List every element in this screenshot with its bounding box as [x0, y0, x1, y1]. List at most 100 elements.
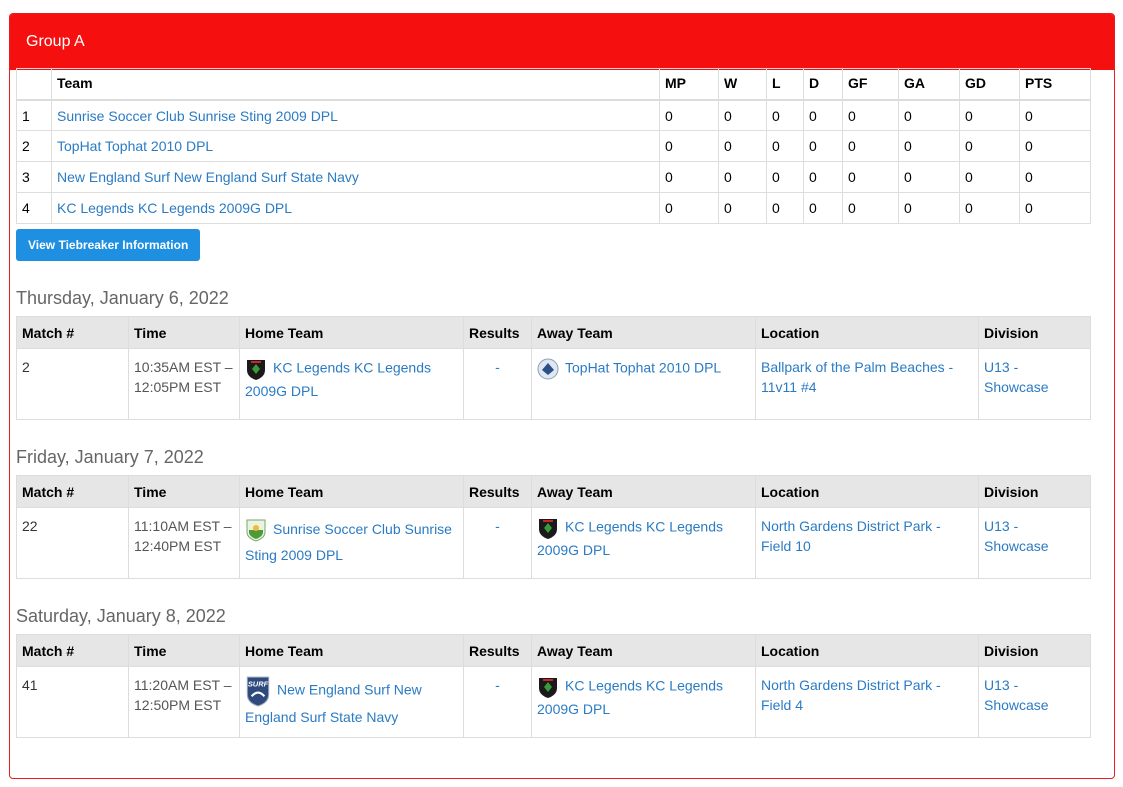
match-result: -: [463, 507, 532, 579]
away-team-cell: KC Legends KC Legends 2009G DPL: [531, 507, 756, 579]
location-link[interactable]: Ballpark of the Palm Beaches - 11v11 #4: [761, 359, 953, 395]
division-header: Division: [978, 316, 1091, 349]
l: 0: [766, 99, 804, 131]
results-header: Results: [463, 475, 532, 508]
location-cell: Ballpark of the Palm Beaches - 11v11 #4: [755, 348, 979, 420]
gf: 0: [842, 130, 899, 162]
time-header: Time: [128, 316, 240, 349]
pts: 0: [1019, 192, 1091, 224]
time-end: 12:40PM EST: [134, 538, 222, 554]
pts-header: PTS: [1019, 68, 1091, 101]
result-link[interactable]: -: [495, 518, 500, 534]
away-team-cell: KC Legends KC Legends 2009G DPL: [531, 666, 756, 738]
mp: 0: [659, 192, 719, 224]
time-end: 12:05PM EST: [134, 379, 222, 395]
division-link[interactable]: U13 - Showcase: [984, 359, 1049, 395]
gf: 0: [842, 99, 899, 131]
d: 0: [803, 130, 843, 162]
home-team-cell: Sunrise Soccer Club Sunrise Sting 2009 D…: [239, 507, 464, 579]
away-team-link[interactable]: KC Legends KC Legends 2009G DPL: [537, 678, 723, 717]
match-result: -: [463, 666, 532, 738]
pts: 0: [1019, 161, 1091, 193]
match-result: -: [463, 348, 532, 420]
ga: 0: [898, 161, 960, 193]
schedule-header-row: Match # Time Home Team Results Away Team…: [16, 634, 1091, 667]
standings-header-row: Team MP W L D GF GA GD PTS: [16, 68, 1091, 101]
location-cell: North Gardens District Park - Field 10: [755, 507, 979, 579]
group-content: Team MP W L D GF GA GD PTS 1 Sunrise Soc…: [16, 68, 1091, 738]
rank-header: [16, 68, 52, 101]
match-header: Match #: [16, 475, 129, 508]
l: 0: [766, 192, 804, 224]
rank: 4: [16, 192, 52, 224]
home-team-header: Home Team: [239, 634, 464, 667]
time-start: 10:35AM EST –: [134, 359, 233, 375]
standings-table: Team MP W L D GF GA GD PTS 1 Sunrise Soc…: [16, 68, 1091, 224]
time-end: 12:50PM EST: [134, 697, 222, 713]
l-header: L: [766, 68, 804, 101]
w: 0: [718, 130, 767, 162]
team-cell: New England Surf New England Surf State …: [51, 161, 660, 193]
time-start: 11:20AM EST –: [134, 677, 232, 693]
group-title: Group A: [10, 14, 1114, 70]
gd: 0: [959, 130, 1020, 162]
gd-header: GD: [959, 68, 1020, 101]
day-heading: Thursday, January 6, 2022: [16, 288, 229, 308]
match-header: Match #: [16, 634, 129, 667]
gd: 0: [959, 192, 1020, 224]
d: 0: [803, 99, 843, 131]
away-team-link[interactable]: KC Legends KC Legends 2009G DPL: [537, 519, 723, 558]
home-team-link[interactable]: Sunrise Soccer Club Sunrise Sting 2009 D…: [245, 521, 452, 563]
division-header: Division: [978, 475, 1091, 508]
ne-surf-logo-icon: SURF: [246, 676, 270, 707]
schedule-header-row: Match # Time Home Team Results Away Team…: [16, 316, 1091, 349]
kc-legends-logo-icon: [539, 678, 557, 698]
gd: 0: [959, 99, 1020, 131]
division-cell: U13 - Showcase: [978, 666, 1091, 738]
away-team-header: Away Team: [531, 634, 756, 667]
d: 0: [803, 192, 843, 224]
match-time: 11:20AM EST – 12:50PM EST: [128, 666, 240, 738]
location-link[interactable]: North Gardens District Park - Field 10: [761, 518, 941, 554]
home-team-link[interactable]: New England Surf New England Surf State …: [245, 682, 422, 725]
team-cell: TopHat Tophat 2010 DPL: [51, 130, 660, 162]
time-header: Time: [128, 634, 240, 667]
standings-row: 2 TopHat Tophat 2010 DPL 0 0 0 0 0 0 0 0: [16, 130, 1091, 162]
team-link[interactable]: TopHat Tophat 2010 DPL: [57, 138, 213, 154]
away-team-link[interactable]: TopHat Tophat 2010 DPL: [565, 360, 721, 376]
svg-text:SURF: SURF: [248, 680, 269, 689]
match-row: 2 10:35AM EST – 12:05PM EST KC Legends KC…: [16, 348, 1091, 420]
l: 0: [766, 161, 804, 193]
result-link[interactable]: -: [495, 677, 500, 693]
away-team-header: Away Team: [531, 475, 756, 508]
division-link[interactable]: U13 - Showcase: [984, 518, 1049, 554]
w: 0: [718, 192, 767, 224]
division-link[interactable]: U13 - Showcase: [984, 677, 1049, 713]
sunrise-logo-icon: [246, 519, 266, 542]
view-tiebreaker-button[interactable]: View Tiebreaker Information: [16, 229, 201, 261]
day-heading: Friday, January 7, 2022: [16, 447, 204, 467]
home-team-header: Home Team: [239, 475, 464, 508]
location-link[interactable]: North Gardens District Park - Field 4: [761, 677, 941, 713]
match-number: 22: [16, 507, 129, 579]
team-cell: KC Legends KC Legends 2009G DPL: [51, 192, 660, 224]
time-start: 11:10AM EST –: [134, 518, 232, 534]
division-cell: U13 - Showcase: [978, 507, 1091, 579]
mp: 0: [659, 99, 719, 131]
result-link[interactable]: -: [495, 359, 500, 375]
location-header: Location: [755, 634, 979, 667]
gf: 0: [842, 192, 899, 224]
team-link[interactable]: New England Surf New England Surf State …: [57, 169, 359, 185]
day-heading: Saturday, January 8, 2022: [16, 606, 226, 626]
schedule-table: Match # Time Home Team Results Away Team…: [16, 475, 1091, 579]
standings-row: 4 KC Legends KC Legends 2009G DPL 0 0 0 …: [16, 192, 1091, 224]
kc-legends-logo-icon: [247, 360, 265, 380]
team-link[interactable]: Sunrise Soccer Club Sunrise Sting 2009 D…: [57, 108, 338, 124]
home-team-link[interactable]: KC Legends KC Legends 2009G DPL: [245, 360, 431, 399]
rank: 2: [16, 130, 52, 162]
w-header: W: [718, 68, 767, 101]
team-header: Team: [51, 68, 660, 101]
away-team-header: Away Team: [531, 316, 756, 349]
team-link[interactable]: KC Legends KC Legends 2009G DPL: [57, 200, 292, 216]
schedule-table: Match # Time Home Team Results Away Team…: [16, 316, 1091, 420]
